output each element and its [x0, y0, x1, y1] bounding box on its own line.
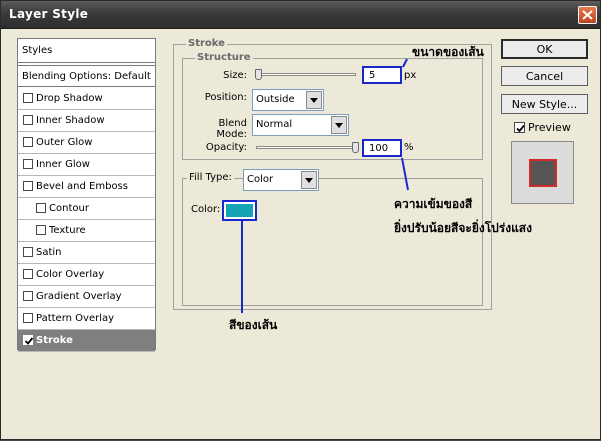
style-item-label: Gradient Overlay: [36, 291, 122, 302]
size-slider-track[interactable]: [256, 73, 356, 76]
style-checkbox[interactable]: [36, 203, 46, 213]
fill-type-select-value: Color: [247, 174, 274, 185]
style-item-color-overlay[interactable]: Color Overlay: [18, 264, 155, 286]
chevron-down-icon: [335, 123, 343, 128]
styles-header[interactable]: Styles: [18, 39, 155, 63]
preview-sample: [529, 159, 557, 187]
color-swatch: [226, 204, 253, 217]
blend-mode-select[interactable]: Normal: [252, 114, 349, 136]
blend-mode-select-value: Normal: [256, 119, 293, 130]
style-item-label: Inner Shadow: [36, 115, 105, 126]
style-item-gradient-overlay[interactable]: Gradient Overlay: [18, 286, 155, 308]
style-item-label: Texture: [49, 225, 86, 236]
layer-style-dialog: Layer Style Styles Blending Options: Def…: [0, 0, 601, 440]
opacity-label: Opacity:: [205, 142, 247, 153]
opacity-annotation-line1: ความเข้มของสี: [394, 197, 473, 211]
style-checkbox[interactable]: [23, 335, 34, 345]
styles-list: Styles Blending Options: Default Drop Sh…: [17, 38, 156, 352]
style-item-label: Satin: [36, 247, 62, 258]
color-annotation: สีของเส้น: [229, 318, 278, 332]
style-checkbox[interactable]: [23, 137, 33, 147]
style-item-pattern-overlay[interactable]: Pattern Overlay: [18, 308, 155, 330]
position-select[interactable]: Outside: [252, 89, 324, 111]
new-style-button[interactable]: New Style...: [501, 94, 588, 114]
opacity-slider-thumb[interactable]: [352, 142, 359, 153]
style-item-inner-glow[interactable]: Inner Glow: [18, 154, 155, 176]
size-unit: px: [404, 70, 417, 81]
dropdown-arrow[interactable]: [301, 171, 317, 189]
preview-label: Preview: [528, 121, 571, 134]
style-checkbox[interactable]: [23, 93, 33, 103]
style-checkbox[interactable]: [23, 247, 33, 257]
opacity-unit: %: [404, 142, 414, 153]
style-item-label: Outer Glow: [36, 137, 93, 148]
style-item-label: Pattern Overlay: [36, 313, 115, 324]
style-item-outer-glow[interactable]: Outer Glow: [18, 132, 155, 154]
style-item-label: Stroke: [36, 335, 73, 346]
style-checkbox[interactable]: [36, 225, 46, 235]
color-swatch-button[interactable]: [222, 200, 257, 221]
style-item-satin[interactable]: Satin: [18, 242, 155, 264]
style-item-drop-shadow[interactable]: Drop Shadow: [18, 88, 155, 110]
chevron-down-icon: [310, 98, 318, 103]
checkmark-icon: [24, 337, 34, 345]
dropdown-arrow[interactable]: [331, 116, 347, 134]
close-button[interactable]: [578, 6, 597, 24]
style-item-texture[interactable]: Texture: [18, 220, 155, 242]
cancel-button[interactable]: Cancel: [501, 66, 588, 86]
blending-options-item[interactable]: Blending Options: Default: [18, 65, 155, 87]
position-label: Position:: [204, 92, 247, 103]
style-checkbox[interactable]: [23, 291, 33, 301]
position-select-value: Outside: [256, 94, 295, 105]
style-item-contour[interactable]: Contour: [18, 198, 155, 220]
style-item-label: Color Overlay: [36, 269, 105, 280]
style-checkbox[interactable]: [23, 269, 33, 279]
structure-group-label: Structure: [195, 52, 253, 63]
ok-button[interactable]: OK: [501, 39, 588, 59]
size-input[interactable]: 5: [362, 66, 402, 84]
style-checkbox[interactable]: [23, 159, 33, 169]
style-item-label: Inner Glow: [36, 159, 90, 170]
fill-type-select[interactable]: Color: [243, 169, 319, 191]
fill-type-label: Fill Type:: [187, 172, 234, 183]
stroke-group-label: Stroke: [186, 38, 227, 49]
window-title: Layer Style: [9, 7, 89, 21]
size-label: Size:: [223, 70, 247, 81]
style-item-label: Bevel and Emboss: [36, 181, 128, 192]
style-item-label: Drop Shadow: [36, 93, 103, 104]
opacity-slider-track[interactable]: [256, 146, 356, 149]
chevron-down-icon: [305, 178, 313, 183]
dropdown-arrow[interactable]: [306, 91, 322, 109]
opacity-annotation-line2: ยิ่งปรับน้อยสีจะยิ่งโปร่งแสง: [394, 221, 532, 235]
style-item-stroke[interactable]: Stroke: [18, 330, 155, 352]
style-item-label: Contour: [49, 203, 89, 214]
size-annotation: ขนาดของเส้น: [412, 45, 484, 59]
style-checkbox[interactable]: [23, 313, 33, 323]
style-checkbox[interactable]: [23, 115, 33, 125]
blend-mode-label: Blend Mode:: [216, 118, 247, 140]
title-bar[interactable]: Layer Style: [1, 1, 600, 29]
style-item-bevel-emboss[interactable]: Bevel and Emboss: [18, 176, 155, 198]
style-item-inner-shadow[interactable]: Inner Shadow: [18, 110, 155, 132]
style-checkbox[interactable]: [23, 181, 33, 191]
opacity-input[interactable]: 100: [362, 139, 402, 157]
color-label: Color:: [191, 204, 221, 215]
checkmark-icon: [516, 124, 525, 133]
preview-checkbox[interactable]: [514, 122, 525, 133]
style-preview: [511, 141, 574, 204]
size-slider-thumb[interactable]: [255, 69, 262, 80]
close-icon: [582, 10, 593, 20]
